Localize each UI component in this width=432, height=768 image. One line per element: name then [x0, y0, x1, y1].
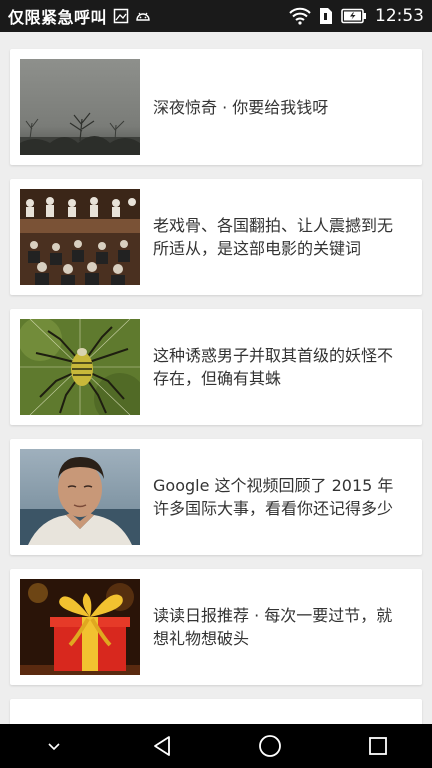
article-card[interactable]: Google 这个视频回顾了 2015 年许多国际大事，看看你还记得多少 — [10, 439, 422, 555]
navigation-bar — [0, 724, 432, 768]
foggy-trees-image — [20, 59, 140, 155]
article-card[interactable]: 读读日报推荐 · 每次一要过节，就想礼物想破头 — [10, 569, 422, 685]
back-icon[interactable] — [132, 724, 192, 768]
clock: 12:53 — [375, 6, 424, 26]
article-card[interactable]: 老戏骨、各国翻拍、让人震撼到无所适从，是这部电影的关键词 — [10, 179, 422, 295]
home-icon[interactable] — [240, 724, 300, 768]
battery-icon — [341, 8, 367, 24]
android-icon — [135, 8, 151, 24]
screenshot-icon — [113, 8, 129, 24]
gift-box-image — [20, 579, 140, 675]
article-title: Google 这个视频回顾了 2015 年许多国际大事，看看你还记得多少 — [153, 476, 394, 518]
status-bar: 仅限紧急呼叫 12:53 — [0, 0, 432, 32]
courtroom-crowd-image — [20, 189, 140, 285]
article-card[interactable]: 这种诱惑男子并取其首级的妖怪不存在，但确有其蛛 — [10, 309, 422, 425]
article-card[interactable]: 深夜惊奇 · 你要给我钱呀 — [10, 49, 422, 165]
article-title: 老戏骨、各国翻拍、让人震撼到无所适从，是这部电影的关键词 — [153, 216, 394, 258]
article-feed[interactable]: 深夜惊奇 · 你要给我钱呀 老戏骨、各国翻拍、让人震撼到无所适从，是这部电影的关 — [0, 32, 432, 724]
article-title: 深夜惊奇 · 你要给我钱呀 — [153, 97, 329, 117]
recents-icon[interactable] — [348, 724, 408, 768]
hide-keyboard-icon[interactable] — [24, 724, 84, 768]
man-portrait-image — [20, 449, 140, 545]
article-card[interactable] — [10, 699, 422, 724]
spider-image — [20, 319, 140, 415]
article-title: 读读日报推荐 · 每次一要过节，就想礼物想破头 — [153, 606, 393, 648]
sim-icon — [319, 7, 333, 25]
carrier-label: 仅限紧急呼叫 — [8, 8, 108, 27]
wifi-icon — [289, 7, 311, 25]
article-title: 这种诱惑男子并取其首级的妖怪不存在，但确有其蛛 — [153, 346, 394, 388]
